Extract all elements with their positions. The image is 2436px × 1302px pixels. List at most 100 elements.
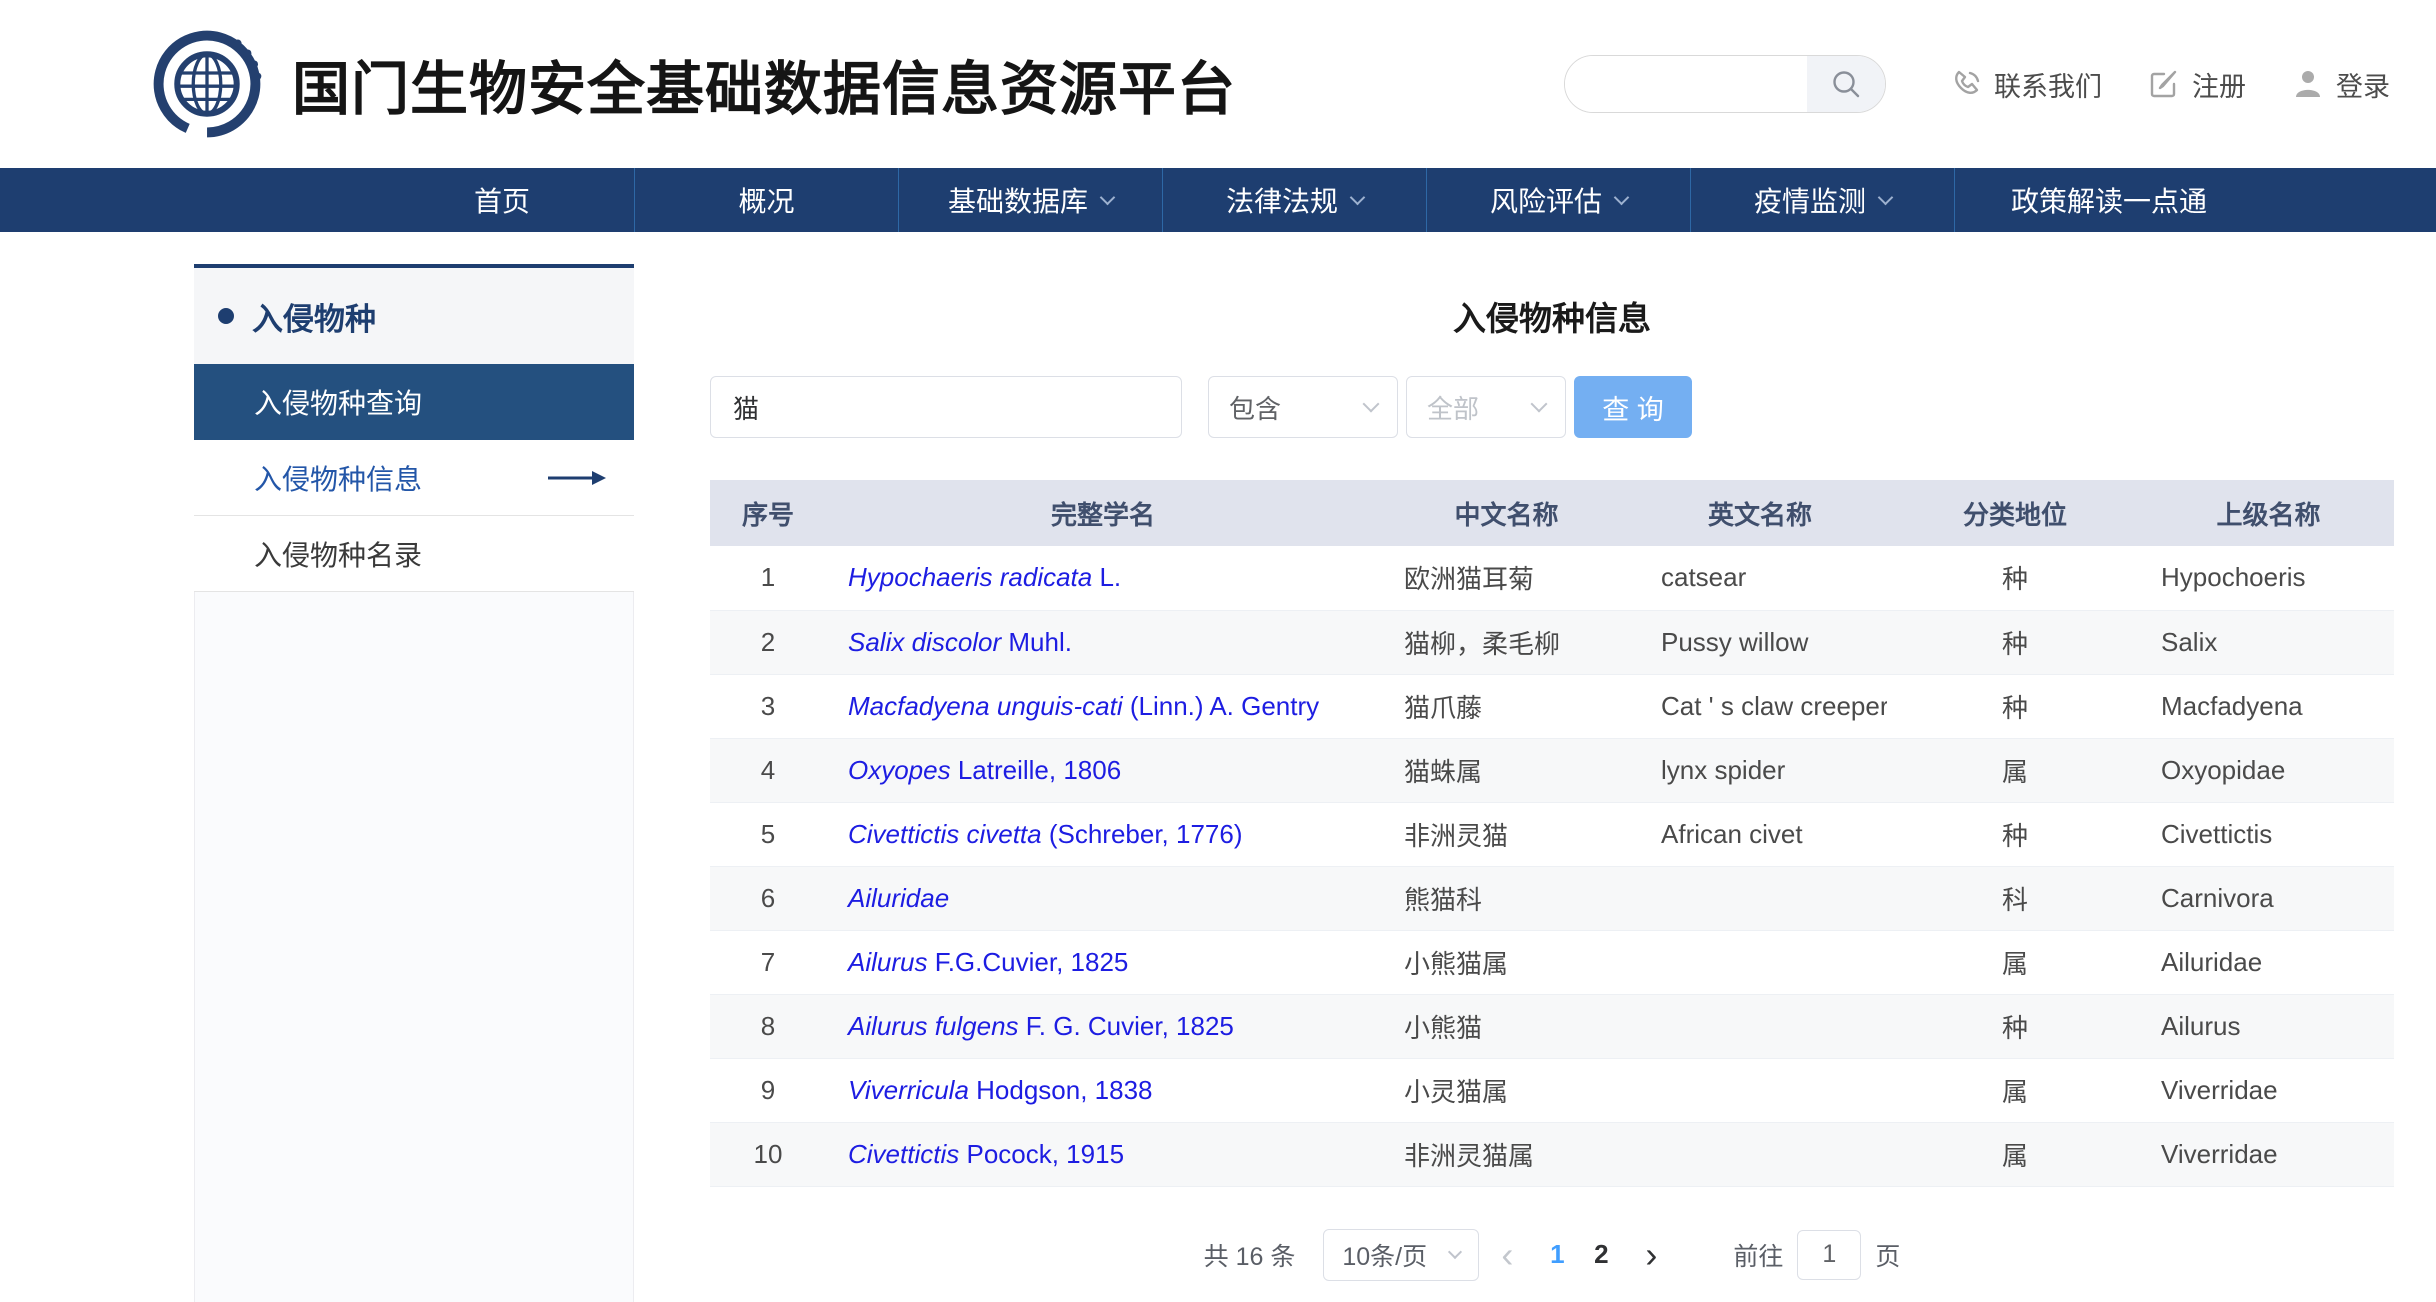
chevron-down-icon	[1350, 189, 1366, 205]
header-search-input[interactable]	[1565, 56, 1807, 112]
scientific-name-link[interactable]: Viverricula Hodgson, 1838	[848, 1075, 1153, 1105]
scientific-name-link[interactable]: Salix discolor Muhl.	[848, 627, 1072, 657]
cell-scientific-name: Ailuridae	[826, 866, 1380, 930]
page-title: 入侵物种信息	[710, 292, 2394, 340]
page-size-value: 10条/页	[1342, 1237, 1427, 1273]
chevron-down-icon	[1100, 189, 1116, 205]
scientific-name-link[interactable]: Oxyopes Latreille, 1806	[848, 755, 1121, 785]
scope-select[interactable]: 全部	[1406, 376, 1566, 438]
cell-taxon-rank: 种	[1887, 994, 2143, 1058]
nav-item[interactable]: 疫情监测	[1690, 168, 1954, 232]
table-row: 6 Ailuridae 熊猫科 科 Carnivora	[710, 866, 2394, 930]
table-row: 4 Oxyopes Latreille, 1806 猫蛛属 lynx spide…	[710, 738, 2394, 802]
sidebar-item-label: 入侵物种查询	[254, 382, 422, 422]
login-link[interactable]: 登录	[2292, 65, 2390, 104]
header-search-button[interactable]	[1807, 56, 1885, 112]
cell-parent-name: Ailuridae	[2143, 930, 2394, 994]
nav-item[interactable]: 概况	[634, 168, 898, 232]
cell-parent-name: Oxyopidae	[2143, 738, 2394, 802]
scientific-name-link[interactable]: Macfadyena unguis-cati (Linn.) A. Gentry	[848, 691, 1319, 721]
sidebar-item-invasive-species-query[interactable]: 入侵物种查询	[194, 364, 634, 440]
cell-index: 1	[710, 546, 826, 610]
cell-parent-name: Salix	[2143, 610, 2394, 674]
nav-item-label: 风险评估	[1490, 180, 1602, 220]
contact-us-label: 联系我们	[1994, 65, 2102, 104]
cell-chinese-name: 熊猫科	[1380, 866, 1633, 930]
keyword-input[interactable]	[710, 376, 1182, 438]
query-button[interactable]: 查 询	[1574, 376, 1692, 438]
scientific-name-link[interactable]: Ailuridae	[848, 883, 949, 913]
cell-parent-name: Viverridae	[2143, 1058, 2394, 1122]
nav-item-label: 政策解读一点通	[2011, 180, 2207, 220]
register-label: 注册	[2192, 65, 2246, 104]
cell-parent-name: Civettictis	[2143, 802, 2394, 866]
sidebar: 入侵物种 入侵物种查询 入侵物种信息 入侵物种名录	[194, 264, 634, 1302]
species-search-bar: 包含 全部 查 询	[710, 376, 2394, 438]
cell-taxon-rank: 种	[1887, 546, 2143, 610]
cell-index: 7	[710, 930, 826, 994]
cell-scientific-name: Oxyopes Latreille, 1806	[826, 738, 1380, 802]
match-mode-select[interactable]: 包含	[1208, 376, 1398, 438]
cell-parent-name: Viverridae	[2143, 1122, 2394, 1186]
nav-item[interactable]: 风险评估	[1426, 168, 1690, 232]
cell-parent-name: Macfadyena	[2143, 674, 2394, 738]
scientific-name-link[interactable]: Hypochaeris radicata L.	[848, 562, 1121, 592]
scientific-name-link[interactable]: Civettictis Pocock, 1915	[848, 1139, 1124, 1169]
next-page-button[interactable]: ›	[1623, 1237, 1679, 1273]
phone-icon	[1950, 68, 1982, 100]
nav-item-label: 概况	[738, 180, 794, 220]
goto-label: 前往	[1733, 1237, 1783, 1273]
search-icon	[1829, 67, 1863, 101]
scope-value: 全部	[1427, 389, 1479, 426]
arrow-right-icon	[548, 470, 606, 486]
cell-index: 8	[710, 994, 826, 1058]
cell-taxon-rank: 种	[1887, 674, 2143, 738]
cell-english-name	[1633, 994, 1887, 1058]
chevron-down-icon	[1614, 189, 1630, 205]
prev-page-button[interactable]: ‹	[1479, 1237, 1535, 1273]
col-header-sci: 完整学名	[826, 480, 1380, 546]
cell-index: 9	[710, 1058, 826, 1122]
cell-scientific-name: Viverricula Hodgson, 1838	[826, 1058, 1380, 1122]
cell-index: 2	[710, 610, 826, 674]
scientific-name-link[interactable]: Ailurus fulgens F. G. Cuvier, 1825	[848, 1011, 1234, 1041]
sidebar-item-invasive-species-info[interactable]: 入侵物种信息	[194, 440, 634, 516]
page-number-button[interactable]: 2	[1579, 1239, 1623, 1270]
cell-index: 4	[710, 738, 826, 802]
nav-item[interactable]: 法律法规	[1162, 168, 1426, 232]
sidebar-section-header: 入侵物种	[194, 268, 634, 364]
cell-index: 5	[710, 802, 826, 866]
cell-parent-name: Carnivora	[2143, 866, 2394, 930]
goto-page-input[interactable]	[1797, 1230, 1861, 1280]
scientific-name-link[interactable]: Ailurus F.G.Cuvier, 1825	[848, 947, 1128, 977]
page-size-select[interactable]: 10条/页	[1323, 1229, 1479, 1281]
cell-taxon-rank: 属	[1887, 930, 2143, 994]
chevron-down-icon	[1448, 1244, 1462, 1258]
cell-chinese-name: 猫爪藤	[1380, 674, 1633, 738]
content-layout: 入侵物种 入侵物种查询 入侵物种信息 入侵物种名录 入侵物种信息 包含 全	[0, 232, 2436, 1302]
nav-item[interactable]: 基础数据库	[898, 168, 1162, 232]
cell-scientific-name: Macfadyena unguis-cati (Linn.) A. Gentry	[826, 674, 1380, 738]
cell-parent-name: Ailurus	[2143, 994, 2394, 1058]
sidebar-item-label: 入侵物种信息	[254, 458, 422, 498]
register-pen-icon	[2148, 68, 2180, 100]
nav-item-label: 首页	[474, 180, 530, 220]
col-header-rank: 分类地位	[1887, 480, 2143, 546]
cell-chinese-name: 小熊猫属	[1380, 930, 1633, 994]
site-title: 国门生物安全基础数据信息资源平台	[292, 42, 1236, 126]
page-number-button[interactable]: 1	[1535, 1239, 1579, 1270]
nav-item[interactable]: 政策解读一点通	[1954, 168, 2263, 232]
nav-item[interactable]: 首页	[370, 168, 634, 232]
site-header: 国门生物安全基础数据信息资源平台 联系我们 注册	[0, 0, 2436, 168]
cell-chinese-name: 欧洲猫耳菊	[1380, 546, 1633, 610]
chevron-down-icon	[1363, 396, 1380, 413]
sidebar-item-invasive-species-list[interactable]: 入侵物种名录	[194, 516, 634, 592]
register-link[interactable]: 注册	[2148, 65, 2246, 104]
sidebar-empty-panel	[194, 592, 634, 1302]
cell-chinese-name: 猫柳，柔毛柳	[1380, 610, 1633, 674]
cell-scientific-name: Salix discolor Muhl.	[826, 610, 1380, 674]
col-header-no: 序号	[710, 480, 826, 546]
contact-us-link[interactable]: 联系我们	[1950, 65, 2102, 104]
page-numbers: 12	[1535, 1239, 1623, 1270]
scientific-name-link[interactable]: Civettictis civetta (Schreber, 1776)	[848, 819, 1243, 849]
